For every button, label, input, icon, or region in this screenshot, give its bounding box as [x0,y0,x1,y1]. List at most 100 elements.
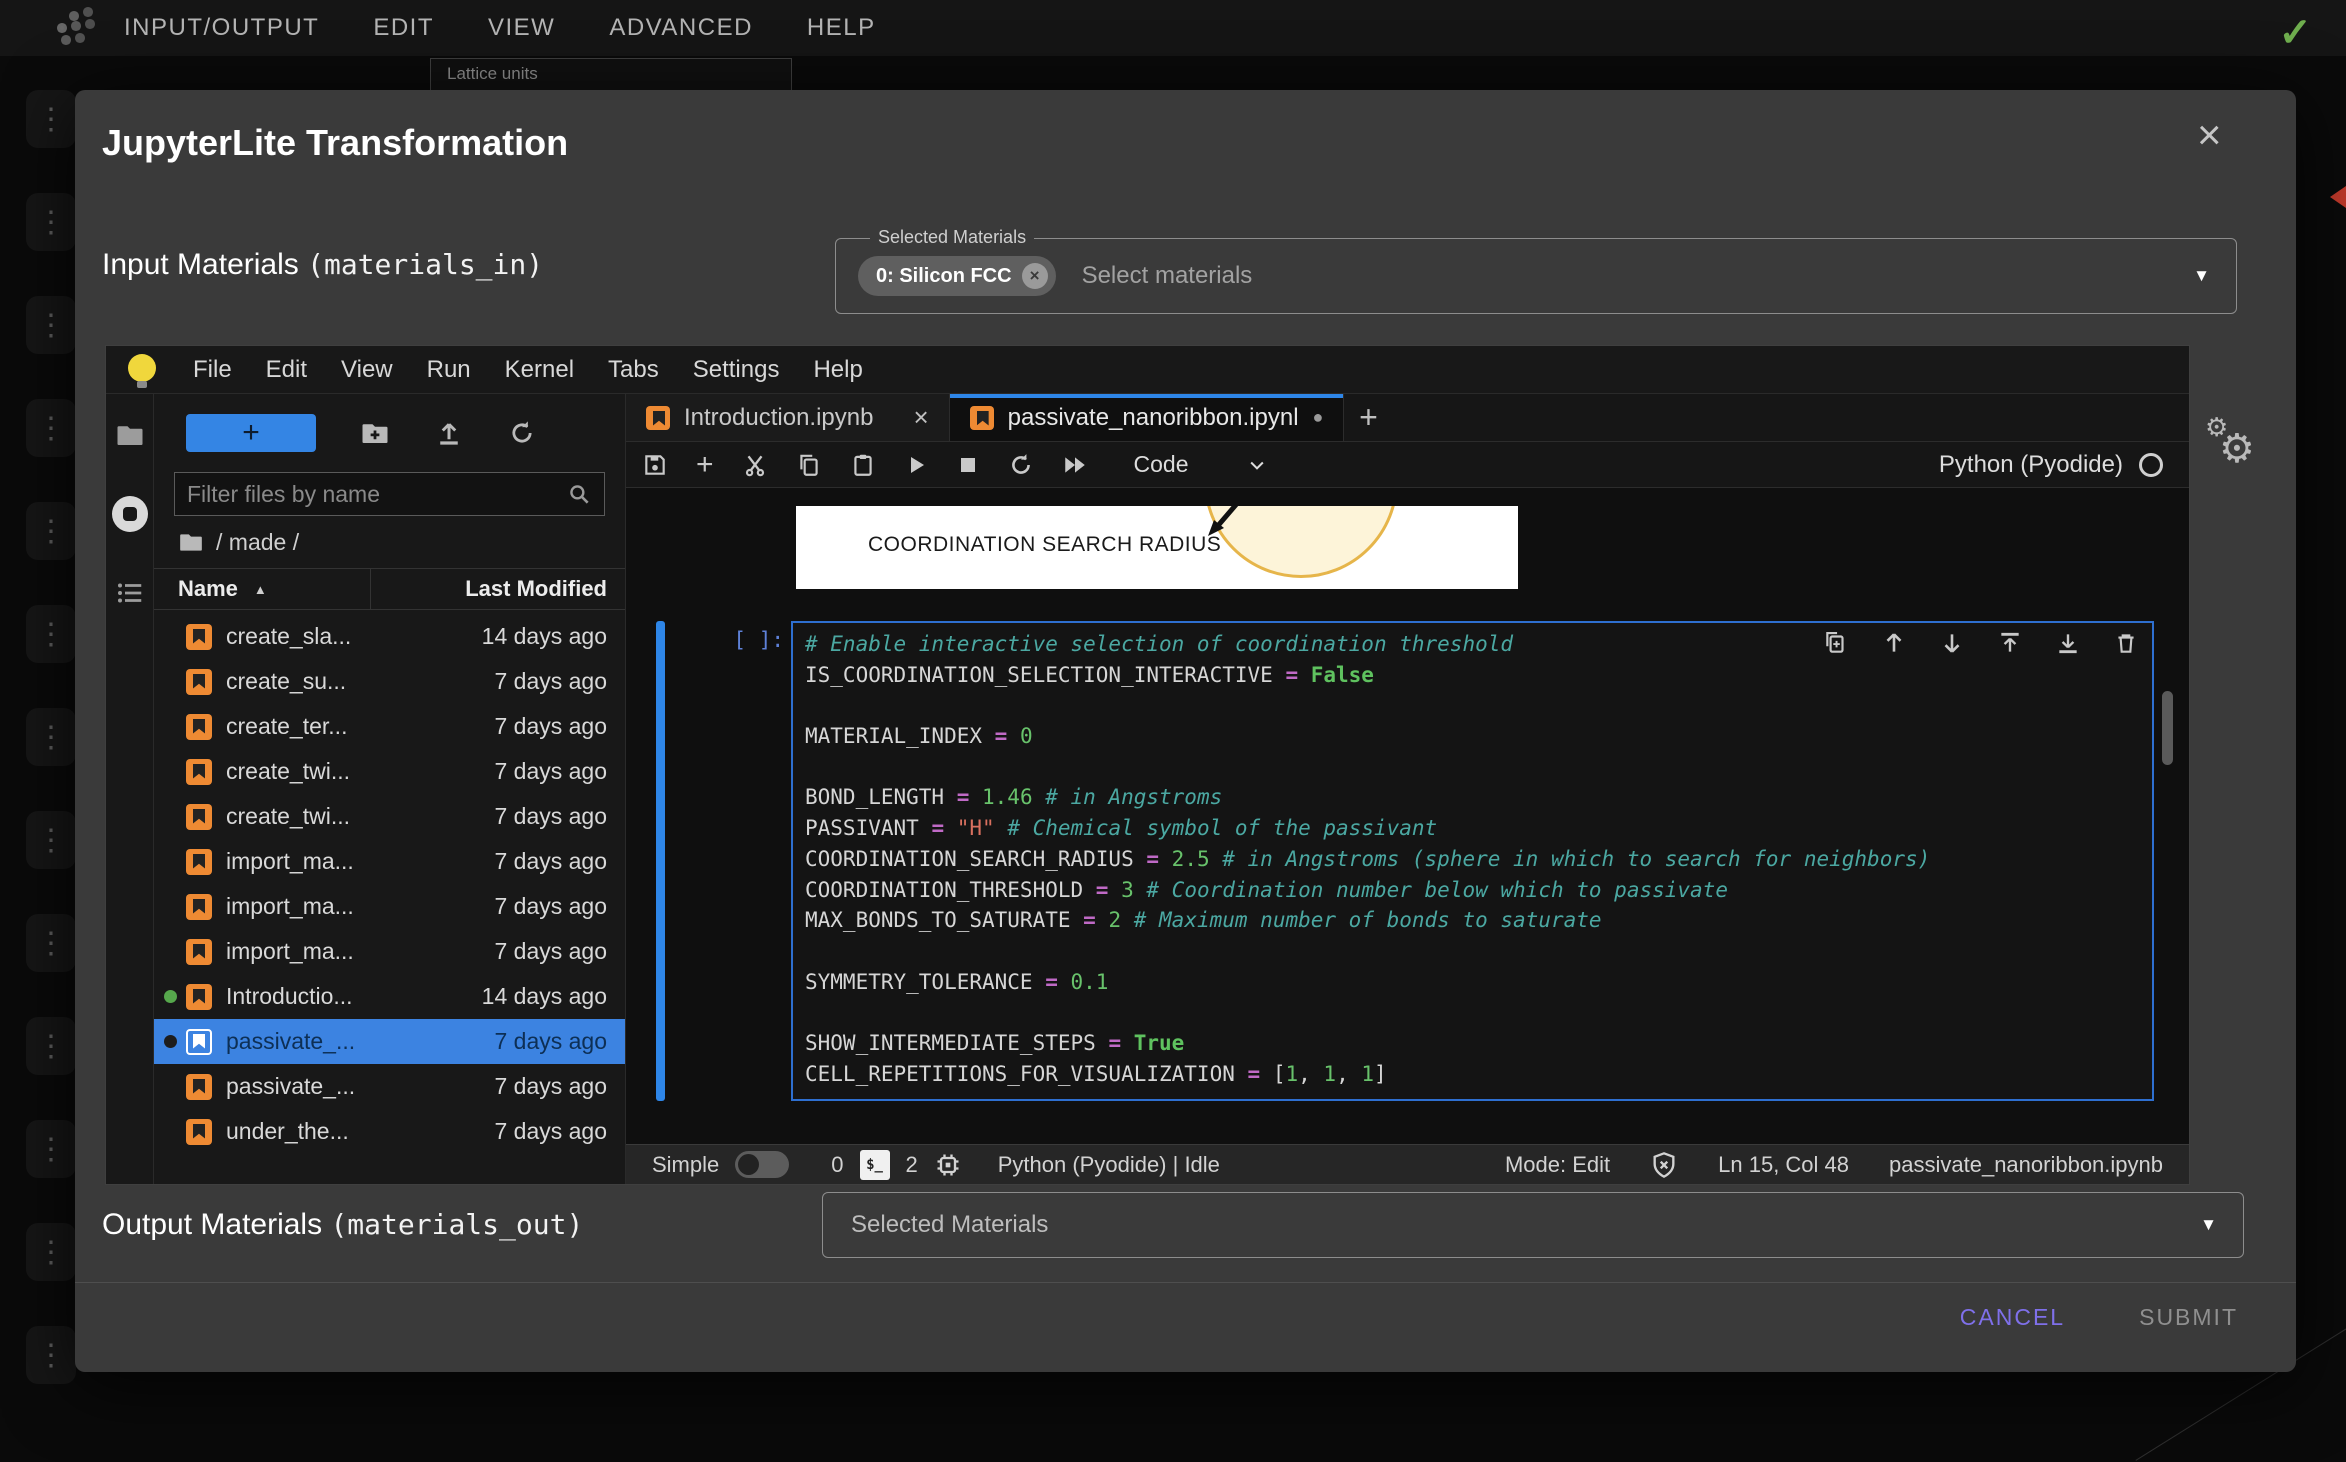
kernel-run-dot [164,765,177,778]
app-menu-item[interactable]: ADVANCED [609,14,753,42]
background-kebab-menu-icon[interactable]: ⋮ [26,605,76,663]
duplicate-cell-icon[interactable] [1823,630,1849,656]
insert-cell-below-icon[interactable] [2055,630,2081,656]
scrollbar-thumb[interactable] [2162,691,2173,765]
file-list-item[interactable]: import_ma... 7 days ago [154,929,625,974]
app-logo-icon[interactable] [60,26,64,30]
file-modified: 7 days ago [494,1073,625,1100]
new-launcher-button[interactable]: + [186,414,316,452]
file-list-item[interactable]: create_sla... 14 days ago [154,614,625,659]
background-kebab-menu-icon[interactable]: ⋮ [26,90,76,148]
upload-icon[interactable] [434,418,464,448]
running-kernels-icon[interactable] [112,496,148,532]
background-kebab-menu-icon[interactable]: ⋮ [26,1017,76,1075]
trust-shield-icon[interactable] [1650,1151,1678,1179]
file-list-item[interactable]: create_ter... 7 days ago [154,704,625,749]
file-list-item[interactable]: import_ma... 7 days ago [154,839,625,884]
app-menu-item[interactable]: HELP [807,14,876,42]
kernel-run-dot [164,990,177,1003]
close-icon[interactable]: × [2197,114,2222,156]
background-kebab-menu-icon[interactable]: ⋮ [26,811,76,869]
notebook-scroll-area[interactable]: COORDINATION SEARCH RADIUS [ ]: # Enable… [626,488,2189,1144]
notebook-tab-icon [646,406,670,430]
jupyter-menu-item[interactable]: File [176,356,249,384]
copy-cell-icon[interactable] [796,452,822,478]
cut-cell-icon[interactable] [742,452,768,478]
jupyter-menu-item[interactable]: Tabs [591,356,676,384]
file-modified: 7 days ago [494,758,625,785]
background-kebab-menu-icon[interactable]: ⋮ [26,502,76,560]
code-line [805,752,2152,783]
refresh-icon[interactable] [508,419,536,447]
file-list-item[interactable]: import_ma... 7 days ago [154,884,625,929]
background-kebab-menu-icon[interactable]: ⋮ [26,296,76,354]
insert-cell-above-icon[interactable] [1997,630,2023,656]
delete-cell-icon[interactable] [2113,630,2139,656]
simple-mode-toggle[interactable] [735,1151,789,1178]
file-list-item[interactable]: under_the... 7 days ago [154,1109,625,1154]
stop-kernel-icon[interactable] [956,453,980,477]
background-kebab-menu-icon[interactable]: ⋮ [26,1326,76,1384]
file-list-item[interactable]: create_twi... 7 days ago [154,749,625,794]
tab-introduction[interactable]: Introduction.ipynb × [626,394,950,441]
jupyter-menu-item[interactable]: Run [410,356,488,384]
output-materials-select[interactable]: Selected Materials ▼ [822,1192,2244,1258]
cell-collapser[interactable] [656,621,665,1101]
filter-files-input[interactable] [187,481,566,508]
app-menu-item[interactable]: VIEW [488,14,555,42]
input-materials-select[interactable]: Selected Materials 0: Silicon FCC × Sele… [835,238,2237,314]
file-list-item[interactable]: create_twi... 7 days ago [154,794,625,839]
kernel-chip-icon[interactable] [934,1151,962,1179]
app-menu-item[interactable]: EDIT [373,14,434,42]
kernel-status-text[interactable]: Python (Pyodide) | Idle [998,1152,1220,1178]
material-chip[interactable]: 0: Silicon FCC × [858,256,1056,296]
file-list-item[interactable]: passivate_... 7 days ago [154,1019,625,1064]
add-cell-icon[interactable]: + [696,448,714,482]
jupyterlite-frame: FileEditViewRunKernelTabsSettingsHelp + [105,345,2190,1185]
table-of-contents-icon[interactable] [115,578,145,608]
cancel-button[interactable]: CANCEL [1960,1304,2065,1331]
tab-passivate-nanoribbon[interactable]: passivate_nanoribbon.ipynl ● [950,394,1345,441]
app-menu-item[interactable]: INPUT/OUTPUT [124,14,319,42]
new-tab-button[interactable]: + [1344,394,1392,441]
file-list-item[interactable]: Introductio... 14 days ago [154,974,625,1019]
file-modified: 7 days ago [494,893,625,920]
background-kebab-menu-icon[interactable]: ⋮ [26,193,76,251]
column-header-modified[interactable]: Last Modified [371,576,625,602]
move-cell-up-icon[interactable] [1881,630,1907,656]
background-kebab-menu-icon[interactable]: ⋮ [26,399,76,457]
background-kebab-menu-icon[interactable]: ⋮ [26,914,76,972]
file-list-item[interactable]: create_su... 7 days ago [154,659,625,704]
jupyter-menu-item[interactable]: Edit [249,356,324,384]
code-cell-editor[interactable]: # Enable interactive selection of coordi… [791,621,2154,1101]
file-list-item[interactable]: passivate_... 7 days ago [154,1064,625,1109]
unsaved-changes-dot: ● [1313,407,1324,428]
check-icon[interactable]: ✓ [2278,10,2312,56]
code-line [805,690,2152,721]
jupyter-menu-item[interactable]: Help [796,356,879,384]
cell-type-dropdown[interactable]: Code [1134,451,1267,478]
jupyter-menu-item[interactable]: Settings [676,356,797,384]
new-folder-icon[interactable] [360,418,390,448]
chip-remove-icon[interactable]: × [1022,263,1048,289]
save-icon[interactable] [642,452,668,478]
file-browser-icon[interactable] [115,420,145,450]
kernel-selector[interactable]: Python (Pyodide) [1939,451,2123,479]
background-kebab-menu-icon[interactable]: ⋮ [26,708,76,766]
breadcrumb[interactable]: / made / [154,516,625,568]
restart-run-all-icon[interactable] [1062,452,1088,478]
run-cell-icon[interactable] [904,453,928,477]
restart-kernel-icon[interactable] [1008,452,1034,478]
background-kebab-menu-icon[interactable]: ⋮ [26,1223,76,1281]
jupyter-menu-item[interactable]: Kernel [488,356,591,384]
move-cell-down-icon[interactable] [1939,630,1965,656]
settings-gears-icon[interactable]: ⚙ ⚙ [2205,418,2269,482]
file-list: create_sla... 14 days ago create_su... 7… [154,610,625,1184]
submit-button[interactable]: SUBMIT [2139,1304,2238,1331]
tab-close-icon[interactable]: × [913,402,928,433]
paste-cell-icon[interactable] [850,452,876,478]
terminal-icon[interactable]: $_ [860,1150,890,1180]
column-header-name[interactable]: Name ▲ [154,569,371,609]
background-kebab-menu-icon[interactable]: ⋮ [26,1120,76,1178]
jupyter-menu-item[interactable]: View [324,356,410,384]
